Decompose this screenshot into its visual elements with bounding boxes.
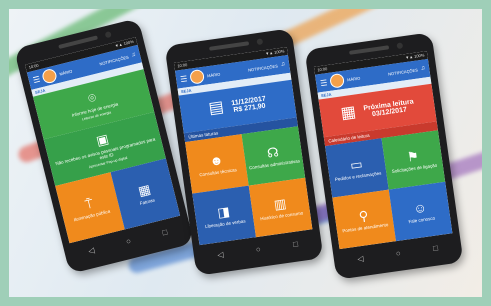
back-icon[interactable]: ◁ (87, 245, 95, 255)
tile-tech-label: Consultas técnicas (198, 166, 238, 177)
flag-icon: ⚑ (405, 147, 420, 165)
camera (256, 38, 264, 46)
location-pin-icon: ⌾ (86, 89, 98, 106)
phone-middle-screen: 10:00 ▼▲ 100% ☰ MÁRIO NOTIFICAÇÕES ♫ SEJA… (173, 47, 313, 246)
menu-icon[interactable]: ☰ (180, 74, 188, 84)
tile-connection[interactable]: ⚑ Solicitações de ligação (381, 130, 446, 190)
people-icon: ☺ (412, 199, 428, 216)
document-icon: ▤ (207, 98, 225, 118)
tile-requests[interactable]: ▭ Pedidos e reclamações (325, 138, 389, 198)
recents-icon[interactable]: □ (161, 227, 168, 237)
home-icon[interactable]: ○ (125, 236, 132, 246)
phone-right-screen: 10:00 ▼▲ 100% ☰ MÁRIO NOTIFICAÇÕES ♫ SEJA… (313, 51, 453, 250)
tile-tech-queries[interactable]: ☻ Consultas técnicas (185, 134, 249, 194)
back-icon[interactable]: ◁ (217, 249, 224, 259)
menu-icon[interactable]: ☰ (32, 74, 41, 84)
bell-icon[interactable]: ♫ (131, 52, 137, 59)
tile-funds[interactable]: ◨ Liberação de verbas (192, 185, 256, 246)
home-icon[interactable]: ○ (255, 244, 261, 254)
bell-icon[interactable]: ♫ (280, 61, 285, 68)
card-icon: ▣ (94, 130, 111, 149)
tile-connection-label: Solicitações de ligação (391, 162, 438, 174)
tile-consumption[interactable]: ▥ Histórico de consumo (248, 177, 313, 238)
user-name: MÁRIO (346, 75, 361, 82)
tile-contact-label: Fale conosco (408, 215, 436, 224)
tile-consumption-label: Histórico de consumo (259, 209, 304, 221)
avatar[interactable] (329, 72, 346, 89)
tile-service-points[interactable]: ⚲ Pontos de atendimento (332, 189, 396, 250)
tile-admin-label: Consultas administrativas (248, 157, 301, 170)
streetlight-icon: ⍑ (83, 195, 95, 213)
bar-chart-icon: ▥ (272, 195, 288, 212)
id-card-icon: ▭ (349, 155, 364, 173)
tile-funds-label: Liberação de verbas (204, 217, 246, 229)
camera (104, 31, 112, 39)
menu-icon[interactable]: ☰ (320, 78, 328, 88)
status-time: 10:00 (177, 62, 188, 69)
map-pin-icon: ⚲ (357, 207, 370, 224)
recents-icon[interactable]: □ (292, 239, 298, 249)
recents-icon[interactable]: □ (432, 243, 438, 253)
tile-admin-queries[interactable]: ☊ Consultas administrativas (241, 126, 306, 186)
notifications-link[interactable]: NOTIFICAÇÕES (388, 67, 418, 76)
speaker (209, 41, 250, 51)
funds-icon: ◨ (216, 203, 231, 220)
avatar[interactable] (41, 67, 59, 85)
calendar-icon: ▦ (339, 103, 358, 123)
tile-service-label: Pontos de atendimento (341, 221, 389, 234)
user-name: MÁRIO (58, 68, 73, 77)
home-icon[interactable]: ○ (395, 248, 401, 258)
calculator-icon: ▦ (136, 181, 153, 199)
camera (396, 42, 404, 50)
tile-invoices-label: Faturas (139, 197, 156, 206)
status-time: 10:00 (317, 66, 328, 73)
avatar[interactable] (189, 68, 206, 85)
user-name: MÁRIO (206, 71, 221, 78)
tile-contact[interactable]: ☺ Fale conosco (388, 181, 453, 242)
tile-requests-label: Pedidos e reclamações (334, 170, 382, 182)
bell-icon[interactable]: ♫ (420, 65, 425, 72)
back-icon[interactable]: ◁ (357, 253, 364, 263)
speaker (349, 45, 390, 55)
notifications-link[interactable]: NOTIFICAÇÕES (248, 63, 278, 72)
headset-icon: ☊ (266, 143, 280, 161)
worker-icon: ☻ (208, 151, 225, 169)
notifications-link[interactable]: NOTIFICAÇÕES (99, 54, 129, 66)
